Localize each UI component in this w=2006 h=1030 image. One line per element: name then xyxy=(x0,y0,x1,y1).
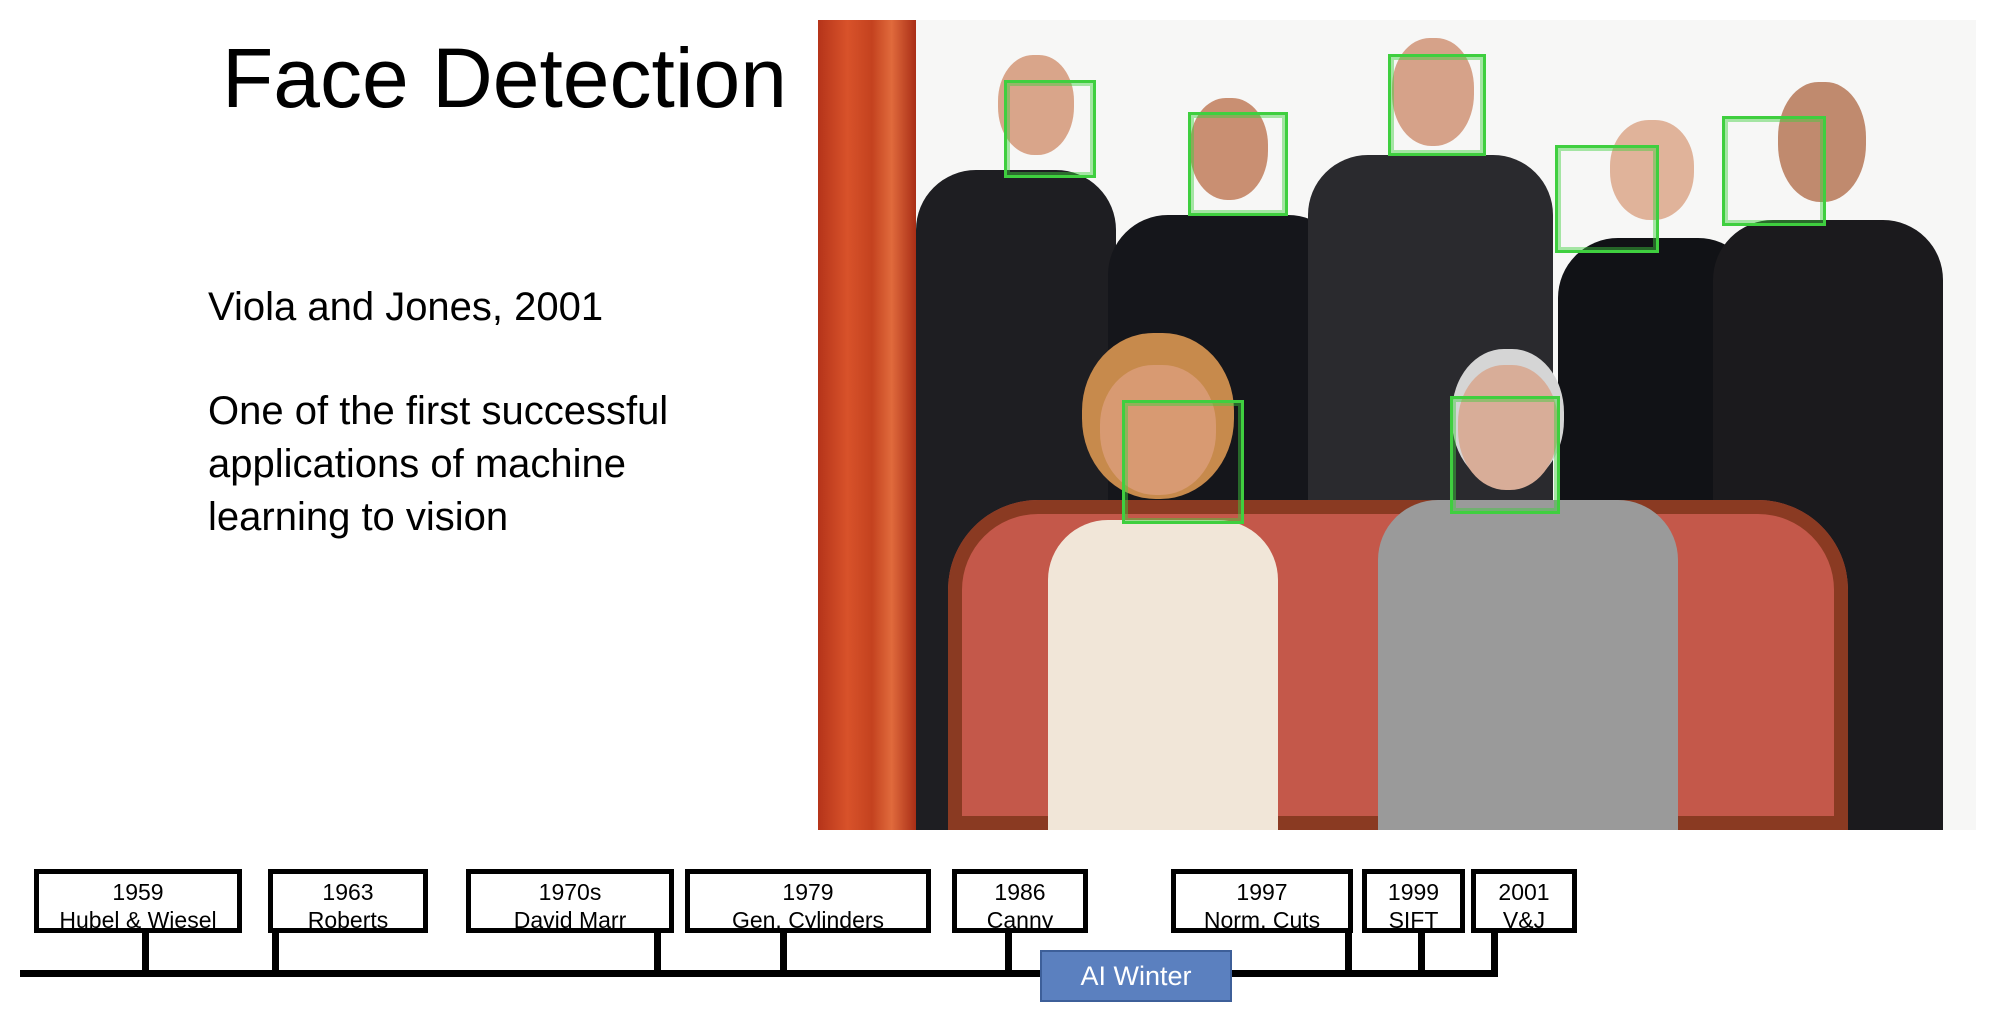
face-detection-box xyxy=(1722,116,1826,226)
event-label: Gen. Cylinders xyxy=(731,907,885,933)
timeline-event-1979: 1979 Gen. Cylinders xyxy=(685,869,931,933)
face-detection-box xyxy=(1188,112,1288,216)
timeline-event-2001: 2001 V&J xyxy=(1471,869,1577,933)
event-year: 1979 xyxy=(782,879,834,905)
event-label: SIFT xyxy=(1388,907,1439,933)
timeline-event-1963: 1963 Roberts xyxy=(268,869,428,933)
timeline-event-1997: 1997 Norm. Cuts xyxy=(1171,869,1353,933)
description-line: learning to vision xyxy=(208,495,509,539)
person-body xyxy=(1378,500,1678,830)
timeline-tick xyxy=(272,933,279,973)
face-detection-box xyxy=(1450,396,1560,514)
slide-description: One of the first successful applications… xyxy=(208,385,768,544)
timeline-event-1959: 1959 Hubel & Wiesel xyxy=(34,869,242,933)
slide-subtitle: Viola and Jones, 2001 xyxy=(208,285,604,329)
description-line: applications of machine xyxy=(208,442,627,486)
face-detection-box xyxy=(1122,400,1244,524)
event-year: 1999 xyxy=(1387,879,1440,905)
ai-winter-label: AI Winter xyxy=(1040,950,1232,1002)
event-label: David Marr xyxy=(513,907,627,933)
event-year: 1970s xyxy=(538,879,602,905)
description-line: One of the first successful xyxy=(208,389,669,433)
event-year: 1963 xyxy=(322,879,374,905)
person-body xyxy=(1048,520,1278,830)
event-year: 1959 xyxy=(112,879,164,905)
timeline-tick xyxy=(1345,933,1352,973)
event-label: Norm. Cuts xyxy=(1203,907,1321,933)
timeline-tick xyxy=(1418,933,1425,973)
face-detection-box xyxy=(1004,80,1096,178)
face-detection-box xyxy=(1388,54,1486,156)
slide-title: Face Detection xyxy=(222,31,787,125)
timeline-event-1970s: 1970s David Marr xyxy=(466,869,674,933)
timeline-tick xyxy=(1491,933,1498,973)
timeline-axis xyxy=(20,970,1498,977)
timeline-tick xyxy=(780,933,787,973)
timeline-event-1999: 1999 SIFT xyxy=(1362,869,1465,933)
face-detection-box xyxy=(1555,145,1659,253)
timeline-event-1986: 1986 Canny xyxy=(952,869,1088,933)
timeline-tick xyxy=(654,933,661,973)
event-year: 2001 xyxy=(1498,879,1550,905)
group-photo xyxy=(818,20,1976,830)
event-year: 1997 xyxy=(1236,879,1288,905)
curtain xyxy=(818,20,916,830)
timeline-tick xyxy=(1005,933,1012,973)
event-year: 1986 xyxy=(994,879,1046,905)
event-label: Hubel & Wiesel xyxy=(59,907,217,933)
event-label: Canny xyxy=(986,907,1054,933)
event-label: Roberts xyxy=(307,907,389,933)
timeline-tick xyxy=(142,933,149,973)
event-label: V&J xyxy=(1502,907,1546,933)
